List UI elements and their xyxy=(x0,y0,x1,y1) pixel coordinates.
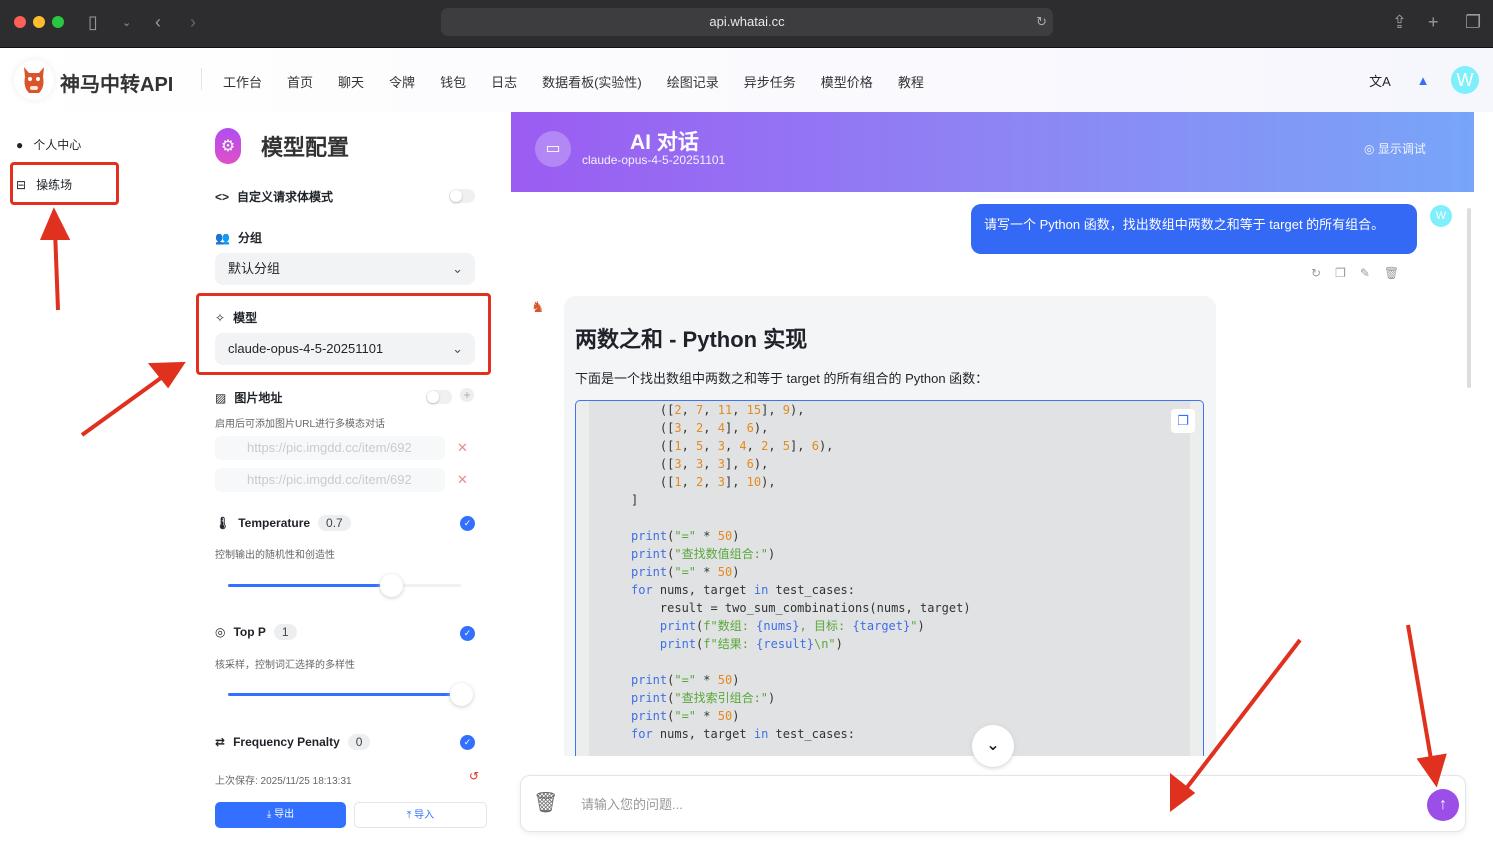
annotation-arrowhead xyxy=(1416,753,1447,788)
annotation-arrow xyxy=(80,373,167,437)
annotation-arrow xyxy=(1406,624,1434,766)
annotation-arrows xyxy=(39,207,1447,812)
annotation-arrowhead xyxy=(39,207,71,240)
annotation-arrow xyxy=(53,229,60,311)
annotation-arrow xyxy=(1183,638,1302,792)
